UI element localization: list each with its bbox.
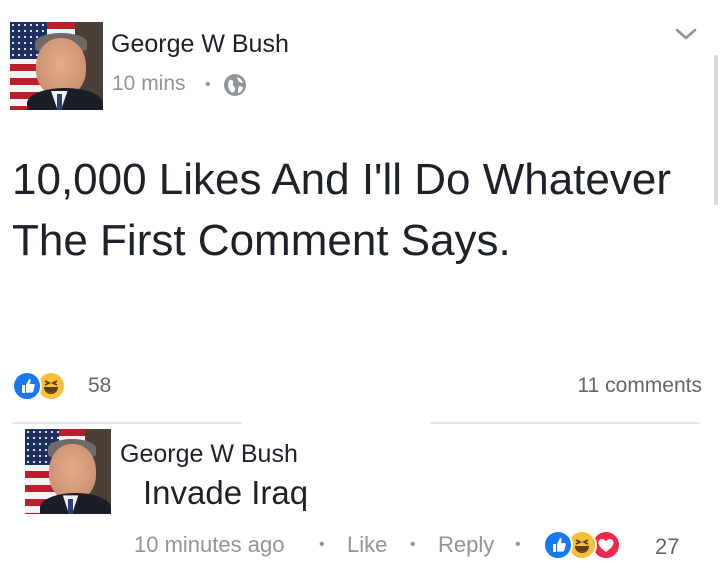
divider xyxy=(12,422,242,424)
meta-separator: • xyxy=(515,536,521,553)
scrollbar[interactable] xyxy=(714,55,718,205)
globe-icon xyxy=(224,74,246,96)
post-comments-count[interactable]: 11 comments xyxy=(578,374,703,398)
like-icon xyxy=(543,530,573,560)
post-reaction-count: 58 xyxy=(88,374,112,397)
chevron-down-icon[interactable] xyxy=(674,26,698,42)
like-icon xyxy=(12,371,42,401)
post-reactions-summary[interactable]: 58 xyxy=(12,371,112,403)
divider xyxy=(430,422,700,424)
meta-separator: • xyxy=(205,76,211,93)
comment-text: Invade Iraq xyxy=(143,474,309,511)
comment-reaction-count: 27 xyxy=(655,534,680,559)
post-text: 10,000 Likes And I'll Do Whatever The Fi… xyxy=(12,155,671,265)
comment-reactions-summary[interactable]: 27 xyxy=(543,530,693,564)
comment-like-button[interactable]: Like xyxy=(347,532,387,558)
comment-author-name[interactable]: George W Bush xyxy=(120,440,298,469)
meta-separator: • xyxy=(319,536,325,553)
comment-author-avatar[interactable] xyxy=(25,429,111,514)
meta-separator: • xyxy=(410,536,416,553)
post-author-avatar[interactable] xyxy=(10,22,103,110)
comment-reply-button[interactable]: Reply xyxy=(438,532,494,558)
post-timestamp[interactable]: 10 mins xyxy=(112,72,186,96)
comment-timestamp[interactable]: 10 minutes ago xyxy=(134,532,284,558)
post-author-name[interactable]: George W Bush xyxy=(111,30,289,59)
